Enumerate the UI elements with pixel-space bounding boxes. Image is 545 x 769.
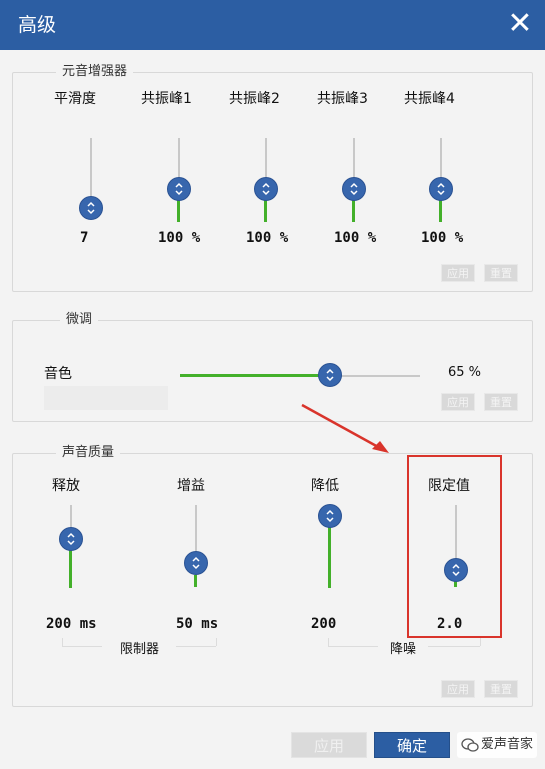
enhancer-apply-button[interactable]: 应用 — [441, 264, 475, 282]
formant3-label: 共振峰3 — [317, 91, 368, 107]
gain-value: 50 ms — [176, 616, 219, 632]
timbre-slider-fill — [180, 374, 328, 377]
release-value: 200 ms — [46, 616, 97, 632]
formant3-slider-handle[interactable] — [342, 177, 366, 201]
noise-bracket-right — [480, 638, 481, 646]
title-bar: 高级 ✕ — [0, 0, 545, 50]
finetune-reset-button[interactable]: 重置 — [484, 393, 518, 411]
smoothness-label: 平滑度 — [54, 91, 96, 107]
noise-bracket-line-left — [328, 646, 378, 647]
quality-reset-button[interactable]: 重置 — [484, 680, 518, 698]
formant1-value: 100 % — [158, 230, 201, 246]
watermark-text: 爱声音家 — [481, 737, 534, 752]
formant4-label: 共振峰4 — [404, 91, 455, 107]
noise-bracket-line-right — [428, 646, 480, 647]
reduce-label: 降低 — [311, 478, 339, 494]
close-icon[interactable]: ✕ — [505, 8, 535, 40]
quality-apply-button[interactable]: 应用 — [441, 680, 475, 698]
ok-button[interactable]: 确定 — [374, 732, 450, 758]
finetune-group-title: 微调 — [60, 311, 99, 329]
timbre-slider-handle[interactable] — [318, 363, 342, 387]
release-slider-handle[interactable] — [59, 527, 83, 551]
timbre-label: 音色 — [44, 366, 72, 382]
chat-bubble-icon — [461, 738, 479, 752]
timbre-preset-area — [44, 386, 168, 410]
gain-slider-handle[interactable] — [184, 551, 208, 575]
annotation-arrow-icon — [301, 403, 389, 453]
noise-bracket-left — [328, 638, 329, 646]
limiter-bracket-left — [62, 638, 63, 646]
enhancer-group-title: 元音增强器 — [56, 63, 134, 81]
release-label: 释放 — [52, 478, 80, 494]
gain-label: 增益 — [177, 478, 205, 494]
footer-apply-button[interactable]: 应用 — [291, 732, 367, 758]
formant2-value: 100 % — [246, 230, 289, 246]
enhancer-reset-button[interactable]: 重置 — [484, 264, 518, 282]
formant2-slider-handle[interactable] — [254, 177, 278, 201]
timbre-value: 65 % — [448, 365, 482, 380]
limiter-bracket-line-right — [176, 646, 216, 647]
reduce-value: 200 — [311, 616, 337, 632]
formant1-slider-handle[interactable] — [167, 177, 191, 201]
window-title: 高级 — [18, 14, 57, 36]
quality-group-title: 声音质量 — [56, 444, 121, 462]
formant1-label: 共振峰1 — [141, 91, 192, 107]
limiter-bracket-line-left — [62, 646, 102, 647]
advanced-dialog: 高级 ✕ 元音增强器 平滑度 7 共振峰1 100 % 共振峰2 100 % 共… — [0, 0, 545, 769]
noise-label: 降噪 — [390, 642, 417, 657]
release-slider-fill — [69, 548, 72, 588]
formant3-value: 100 % — [334, 230, 377, 246]
reduce-slider-handle[interactable] — [318, 504, 342, 528]
smoothness-value: 7 — [80, 230, 89, 246]
limiter-label: 限制器 — [120, 642, 160, 657]
formant2-label: 共振峰2 — [229, 91, 280, 107]
limiter-bracket-right — [216, 638, 217, 646]
gain-slider-fill — [194, 575, 197, 587]
formant4-slider-handle[interactable] — [429, 177, 453, 201]
formant4-value: 100 % — [421, 230, 464, 246]
highlight-box — [407, 455, 502, 638]
watermark: 爱声音家 — [457, 732, 537, 758]
smoothness-slider-handle[interactable] — [79, 196, 103, 220]
finetune-apply-button[interactable]: 应用 — [441, 393, 475, 411]
